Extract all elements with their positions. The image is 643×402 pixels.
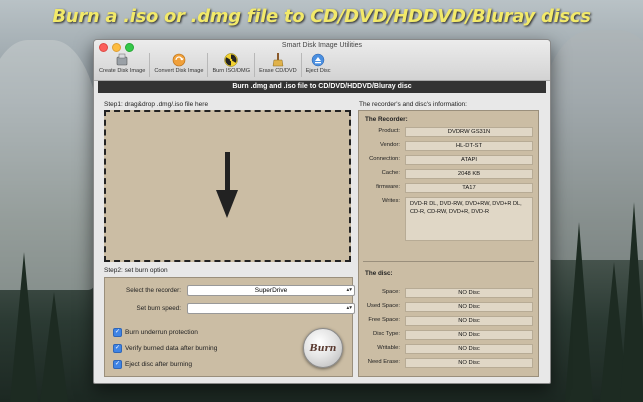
erase-cd-dvd-button[interactable]: Erase CD/DVD: [257, 53, 299, 77]
recorder-selected-value: SuperDrive: [254, 287, 288, 294]
info-heading: The recorder's and disc's information:: [359, 101, 467, 108]
info-row: Disc Type: NO Disc: [359, 330, 540, 340]
window-title: Smart Disk Image Utilities: [281, 42, 363, 49]
info-panel: The Recorder: Product: DVDRW GS31N Vendo…: [358, 110, 539, 377]
info-value: DVDRW GS31N: [405, 127, 533, 137]
info-row: Space: NO Disc: [359, 288, 540, 298]
checkmark-icon: ✓: [113, 328, 122, 337]
info-label: Cache:: [381, 170, 400, 176]
app-window: Smart Disk Image Utilities Create Disk I…: [93, 39, 551, 384]
info-label: Space:: [381, 289, 400, 295]
info-label: Free Space:: [368, 317, 400, 323]
eject-after-checkbox[interactable]: ✓ Eject disc after burning: [113, 360, 192, 369]
toolbar-label: Erase CD/DVD: [259, 68, 297, 74]
verify-data-checkbox[interactable]: ✓ Verify burned data after burning: [113, 344, 217, 353]
down-arrow-icon: [225, 152, 230, 194]
toolbar-label: Convert Disk Image: [154, 68, 204, 74]
toolbar-divider: [207, 53, 209, 77]
info-row: Free Space: NO Disc: [359, 316, 540, 326]
writes-label: Writes:: [382, 198, 400, 204]
section-banner: Burn .dmg and .iso file to CD/DVD/HDDVD/…: [98, 81, 546, 93]
create-disk-image-button[interactable]: Create Disk Image: [97, 53, 147, 77]
info-row: Need Erase: NO Disc: [359, 358, 540, 368]
convert-disk-image-button[interactable]: Convert Disk Image: [152, 53, 205, 77]
radiation-icon: [224, 53, 239, 67]
step1-label: Step1: drag&drop .dmg/.iso file here: [104, 101, 209, 108]
eject-icon: [311, 53, 325, 67]
burn-iso-dmg-button[interactable]: Burn ISO/DMG: [210, 53, 252, 77]
toolbar: Create Disk Image Convert Disk Image Bur…: [97, 53, 333, 77]
info-value: NO Disc: [405, 330, 533, 340]
checkbox-label: Verify burned data after burning: [125, 345, 218, 352]
burn-button[interactable]: Burn: [303, 328, 343, 368]
burn-underrun-checkbox[interactable]: ✓ Burn underrun protection: [113, 328, 198, 337]
info-row: Cache: 2048 KB: [359, 169, 540, 179]
checkmark-icon: ✓: [113, 344, 122, 353]
burn-speed-select[interactable]: ▴▾: [187, 303, 355, 314]
info-value: HL-DT-ST: [405, 141, 533, 151]
info-row: Connection: ATAPI: [359, 155, 540, 165]
toolbar-label: Create Disk Image: [99, 68, 146, 74]
disk-image-icon: [115, 53, 129, 67]
info-value: NO Disc: [405, 288, 533, 298]
info-label: Connection:: [369, 156, 400, 162]
info-value: NO Disc: [405, 316, 533, 326]
promo-headline: Burn a .iso or .dmg file to CD/DVD/HDDVD…: [52, 6, 591, 27]
checkbox-label: Eject disc after burning: [125, 361, 193, 368]
eject-disc-button[interactable]: Eject Disc: [304, 53, 333, 77]
info-value: TA17: [405, 183, 533, 193]
recorder-label: Select the recorder:: [126, 287, 181, 294]
toolbar-label: Eject Disc: [305, 68, 331, 74]
info-value: NO Disc: [405, 358, 533, 368]
chevron-updown-icon: ▴▾: [346, 287, 352, 293]
checkbox-label: Burn underrun protection: [125, 329, 198, 336]
title-bar: Smart Disk Image Utilities Create Disk I…: [94, 40, 550, 81]
broom-icon: [271, 53, 285, 67]
info-value: 2048 KB: [405, 169, 533, 179]
toolbar-divider: [149, 53, 151, 77]
writes-value: DVD-R DL, DVD-RW, DVD+RW, DVD+R DL, CD-R…: [405, 197, 533, 241]
recorder-select[interactable]: SuperDrive ▴▾: [187, 285, 355, 296]
info-row: Product: DVDRW GS31N: [359, 127, 540, 137]
info-row: Vendor: HL-DT-ST: [359, 141, 540, 151]
convert-icon: [172, 53, 186, 67]
disc-section-title: The disc:: [365, 270, 393, 277]
info-row: Used Space: NO Disc: [359, 302, 540, 312]
toolbar-divider: [300, 53, 302, 77]
info-value: ATAPI: [405, 155, 533, 165]
info-label: Used Space:: [366, 303, 400, 309]
info-value: NO Disc: [405, 344, 533, 354]
info-row: Writable: NO Disc: [359, 344, 540, 354]
info-label: Writable:: [377, 345, 400, 351]
divider: [363, 261, 534, 262]
info-row: firmware: TA17: [359, 183, 540, 193]
info-label: firmware:: [376, 184, 400, 190]
toolbar-label: Burn ISO/DMG: [212, 68, 251, 74]
drop-zone[interactable]: [104, 110, 351, 262]
burn-speed-label: Set burn speed:: [136, 305, 181, 312]
info-label: Vendor:: [380, 142, 400, 148]
step2-label: Step2: set burn option: [104, 267, 168, 274]
checkmark-icon: ✓: [113, 360, 122, 369]
recorder-section-title: The Recorder:: [365, 116, 408, 123]
info-label: Disc Type:: [373, 331, 400, 337]
chevron-updown-icon: ▴▾: [346, 305, 352, 311]
info-label: Need Erase:: [367, 359, 400, 365]
info-value: NO Disc: [405, 302, 533, 312]
down-arrow-head: [216, 190, 238, 218]
toolbar-divider: [254, 53, 256, 77]
info-label: Product:: [378, 128, 400, 134]
